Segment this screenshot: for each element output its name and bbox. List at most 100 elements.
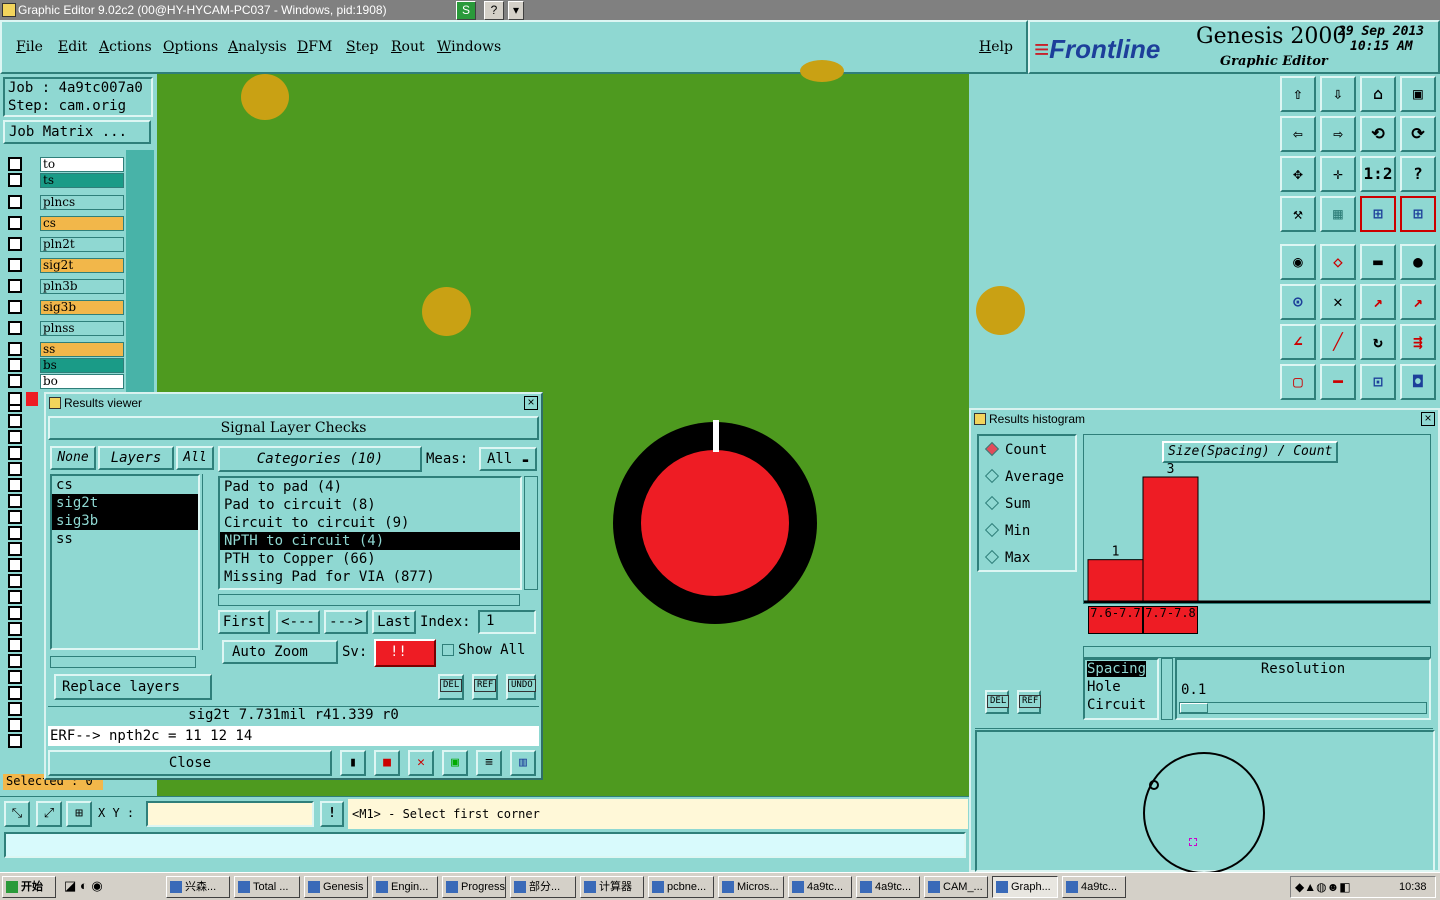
list-item[interactable]: Spacing <box>1087 661 1147 677</box>
slash-icon[interactable]: ╱ <box>1320 324 1356 360</box>
layer-checkbox[interactable] <box>8 590 22 604</box>
category-item[interactable]: Circuit to circuit (9) <box>220 514 520 532</box>
layer-checkbox[interactable] <box>8 606 22 620</box>
list-item[interactable]: ss <box>52 530 198 548</box>
severity-select[interactable]: !! <box>374 639 436 667</box>
layer-checkbox[interactable] <box>8 478 22 492</box>
layer-checkbox[interactable] <box>8 462 22 476</box>
layer-checkbox[interactable] <box>8 734 22 748</box>
list-item[interactable]: sig3b <box>52 512 198 530</box>
layer-checkbox[interactable] <box>8 718 22 732</box>
next-button[interactable]: ---> <box>324 610 368 634</box>
menu-edit[interactable]: Edit <box>58 39 87 55</box>
zoom-box-icon[interactable]: ⤡ <box>4 801 30 827</box>
layer-checkbox[interactable] <box>8 392 22 406</box>
taskbar-item[interactable]: pcbne... <box>648 876 714 898</box>
prev-button[interactable]: <--- <box>276 610 320 634</box>
layer-checkbox[interactable] <box>8 216 22 230</box>
category-item[interactable]: NPTH to circuit (4) <box>220 532 520 550</box>
layer-checkbox[interactable] <box>8 446 22 460</box>
taskbar-item[interactable]: Engin... <box>372 876 438 898</box>
group-icon[interactable]: ◘ <box>1400 364 1436 400</box>
scrollbar[interactable] <box>202 474 214 650</box>
zoom-fit-icon[interactable]: ⤢ <box>36 801 62 827</box>
snap2-icon[interactable]: ⊞ <box>1400 196 1436 232</box>
layer-checkbox[interactable] <box>8 195 22 209</box>
pad-icon[interactable]: ▢ <box>1280 364 1316 400</box>
layer-checkbox[interactable] <box>8 414 22 428</box>
category-item[interactable]: Pad to circuit (8) <box>220 496 520 514</box>
radio-min[interactable]: Min <box>984 522 1030 539</box>
layer-checkbox[interactable] <box>8 526 22 540</box>
taskbar-item[interactable]: 计算器 <box>580 876 644 898</box>
histogram-icon[interactable]: ▥ <box>510 750 536 776</box>
line2-icon[interactable]: ↗ <box>1400 284 1436 320</box>
layer-checkbox[interactable] <box>8 300 22 314</box>
layer-checkbox[interactable] <box>8 670 22 684</box>
taskbar-item[interactable]: 部分... <box>510 876 576 898</box>
count-icon[interactable]: ▣ <box>442 750 468 776</box>
highlighted-feature[interactable] <box>641 450 789 596</box>
layer-name[interactable]: ss <box>40 342 124 357</box>
outline-icon[interactable]: ◇ <box>1320 244 1356 280</box>
grid-icon[interactable]: ▦ <box>1320 196 1356 232</box>
scrollbar[interactable] <box>524 476 538 590</box>
ref-button[interactable]: REF <box>1017 690 1042 714</box>
layer-checkbox[interactable] <box>8 157 22 171</box>
center-icon[interactable]: ✛ <box>1320 156 1356 192</box>
menu-analysis[interactable]: Analysis <box>228 39 287 55</box>
dot-icon[interactable]: ● <box>1400 244 1436 280</box>
layer-name[interactable]: pln2t <box>40 237 124 252</box>
menu-options[interactable]: Options <box>163 39 218 55</box>
dropdown-button[interactable]: ▾ <box>508 1 524 20</box>
taskbar-item[interactable]: 4a9tc... <box>856 876 920 898</box>
all-button[interactable]: All <box>176 446 214 470</box>
layers-button[interactable]: Layers <box>98 446 174 470</box>
taskbar-item[interactable]: 兴森... <box>166 876 230 898</box>
close-button[interactable]: Close <box>48 750 332 776</box>
taskbar-item[interactable]: 4a9tc... <box>788 876 852 898</box>
cross-icon[interactable]: ✕ <box>1320 284 1356 320</box>
menu-help[interactable]: Help <box>979 39 1013 55</box>
snap-icon[interactable]: ⊞ <box>1360 196 1396 232</box>
auto-zoom-select[interactable]: Auto Zoom <box>222 640 338 664</box>
list-item[interactable]: cs <box>52 476 198 494</box>
layer-checkbox[interactable] <box>8 494 22 508</box>
layer-checkbox[interactable] <box>8 702 22 716</box>
arc-icon[interactable]: ↻ <box>1360 324 1396 360</box>
xy-input[interactable] <box>146 801 314 827</box>
ref-button[interactable]: REF <box>472 674 498 700</box>
histogram-bar[interactable] <box>1142 476 1199 602</box>
histogram-bar[interactable] <box>1087 559 1144 602</box>
net-icon[interactable]: ⊙ <box>1280 284 1316 320</box>
rotate-icon[interactable]: ⟲ <box>1360 116 1396 152</box>
taskbar-item[interactable]: CAM_... <box>924 876 988 898</box>
menu-step[interactable]: Step <box>346 39 378 55</box>
help-icon[interactable]: ? <box>1400 156 1436 192</box>
bar-icon[interactable]: ━ <box>1320 364 1356 400</box>
meas-select[interactable]: All ▬ <box>479 447 537 471</box>
pan-right-icon[interactable]: ⇨ <box>1320 116 1356 152</box>
home-icon[interactable]: ⌂ <box>1360 76 1396 112</box>
layer-name[interactable]: cs <box>40 216 124 231</box>
close-icon[interactable]: × <box>1421 412 1435 426</box>
radio-sum[interactable]: Sum <box>984 495 1030 512</box>
layer-name[interactable]: plnss <box>40 321 124 336</box>
show-all-checkbox[interactable] <box>442 644 454 656</box>
layer-name[interactable]: ts <box>40 173 124 188</box>
categories-button[interactable]: Categories (10) <box>218 446 422 472</box>
layer-checkbox[interactable] <box>8 686 22 700</box>
notes-icon[interactable]: ≡ <box>476 750 502 776</box>
window-icon[interactable]: ▣ <box>1400 76 1436 112</box>
layer-checkbox[interactable] <box>8 279 22 293</box>
layer-checkbox[interactable] <box>8 542 22 556</box>
del-button[interactable]: DEL <box>985 690 1010 714</box>
layer-checkbox[interactable] <box>8 638 22 652</box>
last-button[interactable]: Last <box>372 610 416 634</box>
layer-checkbox[interactable] <box>8 321 22 335</box>
menu-actions[interactable]: Actions <box>99 39 152 55</box>
ruler-icon[interactable]: ▬ <box>1360 244 1396 280</box>
taskbar-item[interactable]: Genesis <box>304 876 368 898</box>
layer-name[interactable]: to <box>40 157 124 172</box>
list-item[interactable]: sig2t <box>52 494 198 512</box>
